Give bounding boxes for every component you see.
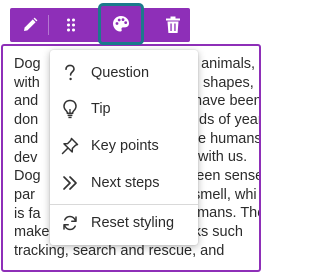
trash-icon <box>166 16 180 33</box>
menu-item-label: Key points <box>91 138 159 154</box>
menu-item-key-points[interactable]: Key points <box>50 129 198 163</box>
menu-item-label: Reset styling <box>91 215 175 231</box>
delete-button[interactable] <box>155 8 191 42</box>
menu-item-tip[interactable]: Tip <box>50 92 198 126</box>
question-mark-icon <box>60 63 80 83</box>
text-fragment: ds of year <box>199 112 261 128</box>
menu-item-label: Question <box>91 65 150 81</box>
palette-icon <box>113 16 129 32</box>
lightbulb-icon <box>60 99 80 119</box>
text-fragment: umans. The <box>189 205 261 221</box>
edit-button[interactable] <box>12 8 48 42</box>
text-fragment: smell, whi <box>193 187 257 203</box>
menu-item-reset-styling[interactable]: Reset styling <box>50 206 198 240</box>
menu-item-label: Next steps <box>91 175 160 191</box>
text-fragment: have been <box>194 93 261 109</box>
style-menu: Question Tip Key points Next steps Reset… <box>50 50 198 245</box>
menu-item-next-steps[interactable]: Next steps <box>50 166 198 200</box>
text-fragment: shapes, <box>203 75 254 91</box>
pin-icon <box>60 136 80 156</box>
refresh-icon <box>60 213 80 233</box>
text-fragment: with us. <box>198 149 248 165</box>
text-fragment: e animals, <box>189 56 256 72</box>
menu-item-question[interactable]: Question <box>50 56 198 90</box>
text-fragment: e humans <box>198 131 261 147</box>
drag-handle[interactable] <box>57 8 85 42</box>
chevrons-right-icon <box>60 173 80 193</box>
menu-item-label: Tip <box>91 101 111 117</box>
style-button[interactable] <box>98 3 144 45</box>
pencil-icon <box>24 17 38 31</box>
menu-divider <box>50 204 198 205</box>
text-fragment: keen sense <box>189 168 261 184</box>
toolbar-divider <box>48 15 49 35</box>
drag-handle-icon <box>67 18 75 32</box>
